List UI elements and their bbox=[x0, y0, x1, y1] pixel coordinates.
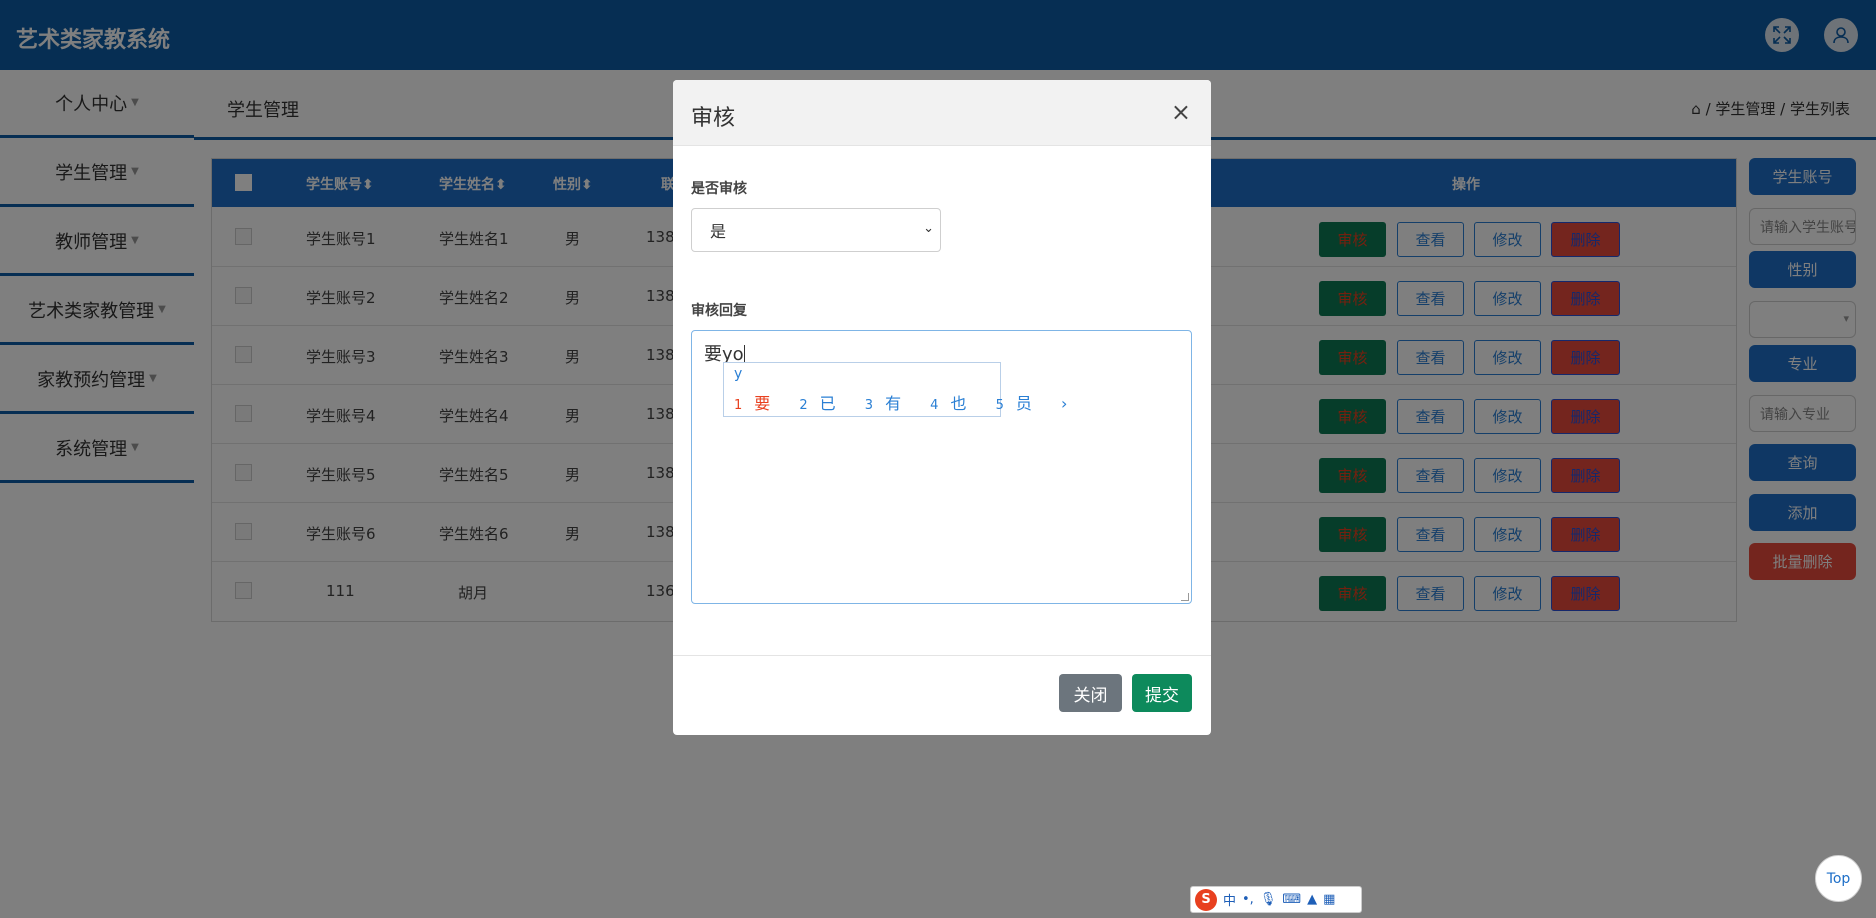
sogou-logo-icon[interactable]: S bbox=[1195, 888, 1217, 911]
ime-candidate[interactable]: 1要 bbox=[734, 394, 782, 413]
punctuation-icon[interactable]: •, bbox=[1242, 892, 1254, 907]
ime-pinyin: y bbox=[734, 366, 743, 382]
resize-handle[interactable] bbox=[1181, 593, 1189, 601]
ime-candidate[interactable]: 2已 bbox=[799, 394, 847, 413]
ime-candidate[interactable]: 5员 bbox=[996, 394, 1044, 413]
audit-reply-label: 审核回复 bbox=[691, 303, 747, 319]
ime-candidate-popup: y 1要 2已 3有 4也 5员 › bbox=[723, 362, 1067, 417]
submit-button[interactable]: 提交 bbox=[1132, 674, 1192, 712]
ime-candidate[interactable]: 3有 bbox=[865, 394, 913, 413]
skin-icon[interactable]: ▲ bbox=[1307, 892, 1317, 907]
keyboard-icon[interactable]: ⌨ bbox=[1282, 892, 1301, 907]
modal-footer-divider bbox=[673, 655, 1211, 656]
microphone-icon[interactable]: 🎙 bbox=[1260, 892, 1277, 907]
ime-status-bar: S 中 •, 🎙 ⌨ ▲ ▦ bbox=[1190, 886, 1362, 913]
close-button[interactable]: 关闭 bbox=[1059, 674, 1122, 712]
ime-mode-label[interactable]: 中 bbox=[1223, 890, 1236, 909]
modal-title: 审核 bbox=[691, 106, 736, 131]
audit-status-label: 是否审核 bbox=[691, 181, 747, 197]
chevron-down-icon: ⌄ bbox=[923, 221, 934, 236]
ime-candidates: 1要 2已 3有 4也 5员 › bbox=[734, 390, 1079, 414]
toolbox-icon[interactable]: ▦ bbox=[1323, 892, 1335, 907]
audit-status-select[interactable]: 是 ⌄ bbox=[691, 208, 941, 252]
back-to-top-button[interactable]: Top bbox=[1815, 855, 1862, 902]
close-icon[interactable]: × bbox=[1171, 98, 1191, 126]
ime-candidate[interactable]: 4也 bbox=[930, 394, 978, 413]
modal-header: 审核 × bbox=[673, 80, 1211, 146]
chevron-right-icon[interactable]: › bbox=[1061, 394, 1067, 413]
